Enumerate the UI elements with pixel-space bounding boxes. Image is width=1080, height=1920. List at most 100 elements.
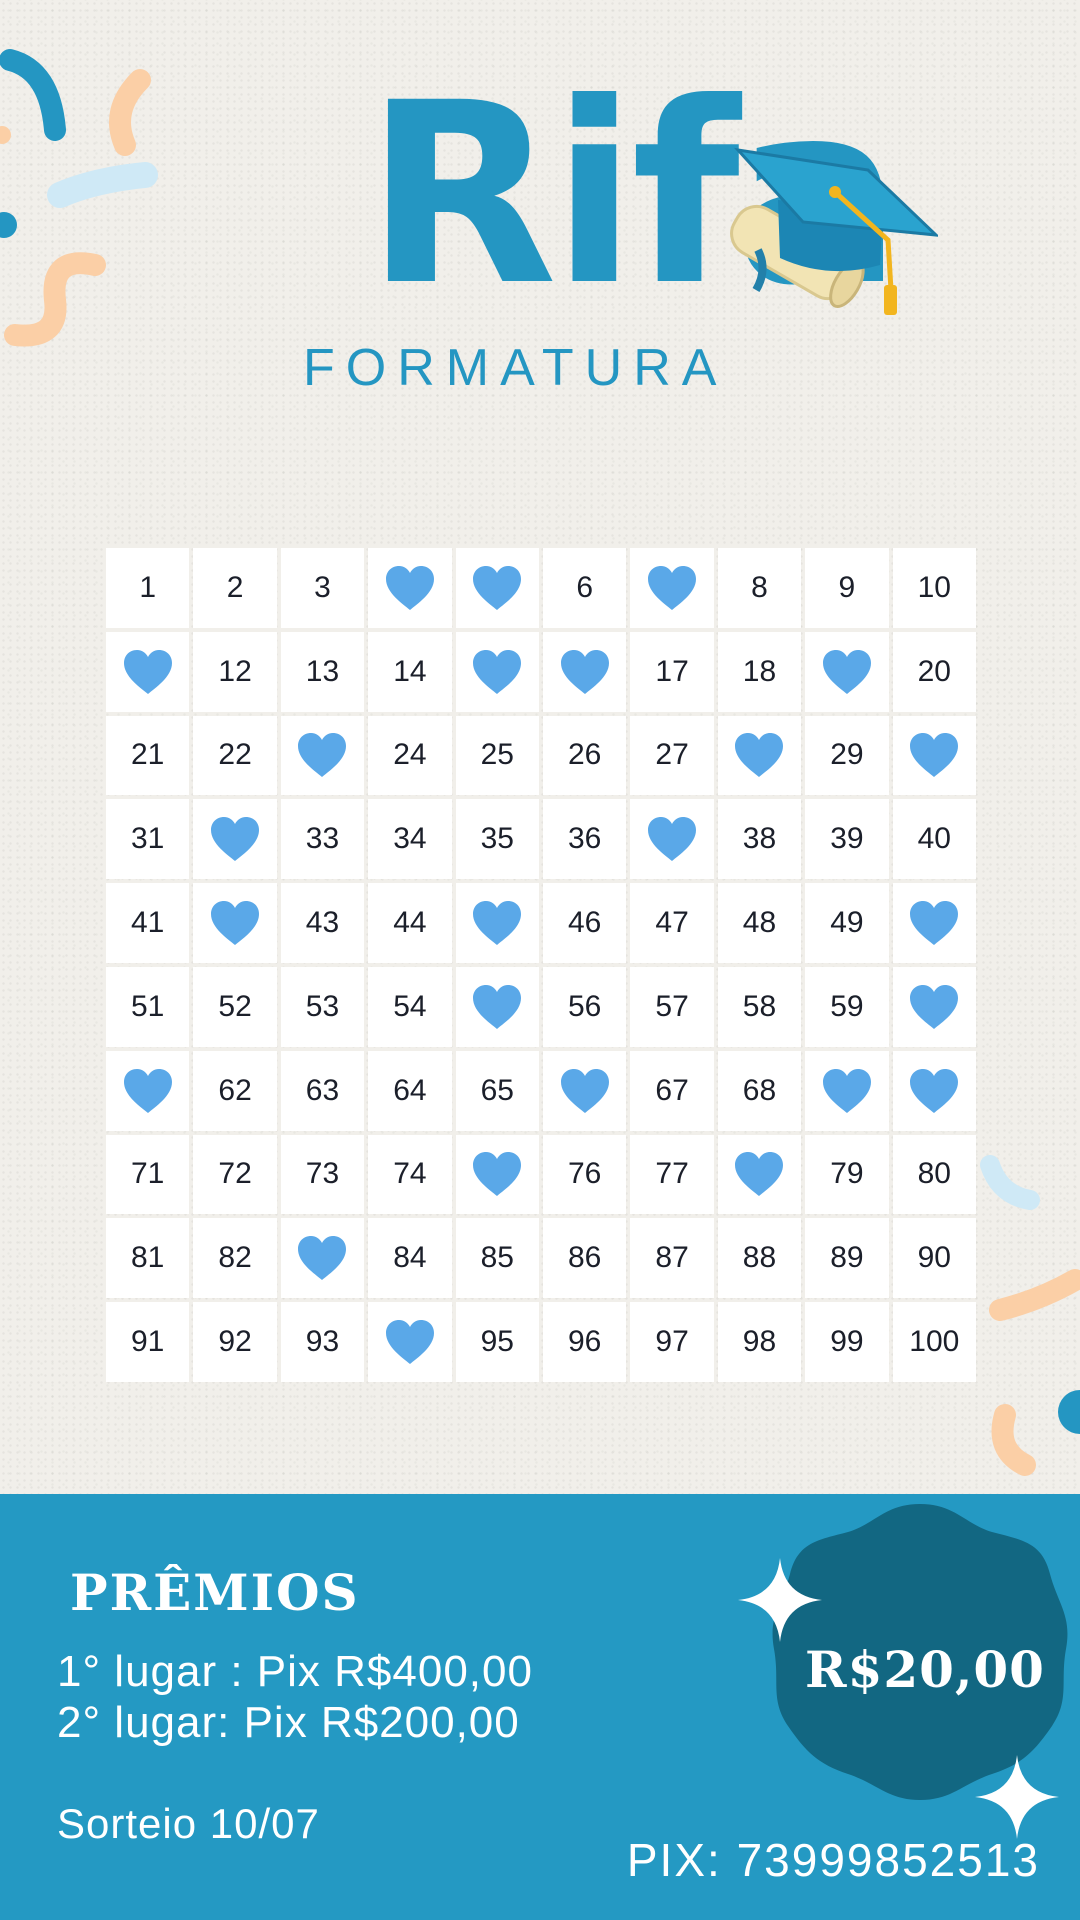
raffle-cell[interactable]: 48 xyxy=(717,883,802,963)
raffle-cell-taken[interactable] xyxy=(280,715,365,796)
raffle-cell[interactable]: 64 xyxy=(368,1050,452,1131)
raffle-cell[interactable]: 82 xyxy=(193,1218,277,1299)
raffle-cell[interactable]: 99 xyxy=(805,1302,889,1382)
raffle-cell[interactable]: 13 xyxy=(280,631,365,712)
raffle-cell[interactable]: 86 xyxy=(543,1218,627,1299)
raffle-cell-taken[interactable] xyxy=(892,1050,976,1131)
raffle-cell-taken[interactable] xyxy=(717,715,802,796)
raffle-cell[interactable]: 54 xyxy=(368,967,452,1047)
raffle-cell[interactable]: 26 xyxy=(543,715,627,796)
raffle-cell-taken[interactable] xyxy=(805,631,889,712)
raffle-cell[interactable]: 6 xyxy=(543,548,627,628)
raffle-cell[interactable]: 38 xyxy=(717,799,802,880)
raffle-cell[interactable]: 22 xyxy=(193,715,277,796)
raffle-cell[interactable]: 73 xyxy=(280,1134,365,1215)
raffle-cell[interactable]: 79 xyxy=(805,1134,889,1215)
raffle-cell[interactable]: 31 xyxy=(106,799,190,880)
raffle-cell[interactable]: 90 xyxy=(892,1218,976,1299)
raffle-cell[interactable]: 81 xyxy=(106,1218,190,1299)
raffle-cell[interactable]: 1 xyxy=(106,548,190,628)
raffle-cell-taken[interactable] xyxy=(630,548,714,628)
raffle-cell[interactable]: 35 xyxy=(455,799,539,880)
raffle-cell[interactable]: 49 xyxy=(805,883,889,963)
raffle-cell-taken[interactable] xyxy=(543,631,627,712)
raffle-cell[interactable]: 63 xyxy=(280,1050,365,1131)
raffle-cell[interactable]: 40 xyxy=(892,799,976,880)
raffle-cell[interactable]: 20 xyxy=(892,631,976,712)
raffle-cell[interactable]: 29 xyxy=(805,715,889,796)
raffle-cell[interactable]: 92 xyxy=(193,1302,277,1382)
raffle-cell-taken[interactable] xyxy=(106,1050,190,1131)
raffle-cell[interactable]: 47 xyxy=(630,883,714,963)
raffle-cell[interactable]: 12 xyxy=(193,631,277,712)
raffle-cell[interactable]: 3 xyxy=(280,548,365,628)
raffle-cell[interactable]: 67 xyxy=(630,1050,714,1131)
raffle-cell[interactable]: 85 xyxy=(455,1218,539,1299)
raffle-cell[interactable]: 65 xyxy=(455,1050,539,1131)
raffle-cell[interactable]: 43 xyxy=(280,883,365,963)
raffle-cell-taken[interactable] xyxy=(717,1134,802,1215)
raffle-cell[interactable]: 14 xyxy=(368,631,452,712)
raffle-cell[interactable]: 51 xyxy=(106,967,190,1047)
raffle-cell[interactable]: 68 xyxy=(717,1050,802,1131)
raffle-cell-taken[interactable] xyxy=(193,799,277,880)
raffle-cell[interactable]: 33 xyxy=(280,799,365,880)
raffle-cell[interactable]: 18 xyxy=(717,631,802,712)
raffle-cell[interactable]: 44 xyxy=(368,883,452,963)
raffle-cell[interactable]: 8 xyxy=(717,548,802,628)
raffle-cell[interactable]: 62 xyxy=(193,1050,277,1131)
raffle-cell[interactable]: 24 xyxy=(368,715,452,796)
raffle-cell[interactable]: 87 xyxy=(630,1218,714,1299)
raffle-cell[interactable]: 59 xyxy=(805,967,889,1047)
raffle-cell-taken[interactable] xyxy=(892,715,976,796)
raffle-cell-taken[interactable] xyxy=(455,1134,539,1215)
raffle-cell-taken[interactable] xyxy=(455,967,539,1047)
raffle-cell[interactable]: 84 xyxy=(368,1218,452,1299)
raffle-cell-taken[interactable] xyxy=(805,1050,889,1131)
raffle-cell[interactable]: 57 xyxy=(630,967,714,1047)
raffle-cell-taken[interactable] xyxy=(892,883,976,963)
raffle-cell[interactable]: 71 xyxy=(106,1134,190,1215)
raffle-cell-taken[interactable] xyxy=(543,1050,627,1131)
raffle-cell[interactable]: 2 xyxy=(193,548,277,628)
raffle-cell-taken[interactable] xyxy=(193,883,277,963)
raffle-cell-taken[interactable] xyxy=(106,631,190,712)
raffle-cell[interactable]: 74 xyxy=(368,1134,452,1215)
raffle-cell[interactable]: 80 xyxy=(892,1134,976,1215)
raffle-cell[interactable]: 9 xyxy=(805,548,889,628)
raffle-cell[interactable]: 93 xyxy=(280,1302,365,1382)
raffle-cell[interactable]: 52 xyxy=(193,967,277,1047)
raffle-cell[interactable]: 88 xyxy=(717,1218,802,1299)
raffle-cell-taken[interactable] xyxy=(455,883,539,963)
raffle-cell[interactable]: 77 xyxy=(630,1134,714,1215)
raffle-cell[interactable]: 97 xyxy=(630,1302,714,1382)
raffle-cell-taken[interactable] xyxy=(630,799,714,880)
raffle-cell[interactable]: 98 xyxy=(717,1302,802,1382)
raffle-cell[interactable]: 27 xyxy=(630,715,714,796)
raffle-cell-taken[interactable] xyxy=(892,967,976,1047)
raffle-cell[interactable]: 100 xyxy=(892,1302,976,1382)
raffle-cell[interactable]: 72 xyxy=(193,1134,277,1215)
raffle-cell-taken[interactable] xyxy=(368,548,452,628)
raffle-cell[interactable]: 39 xyxy=(805,799,889,880)
raffle-cell-taken[interactable] xyxy=(280,1218,365,1299)
raffle-cell-taken[interactable] xyxy=(455,631,539,712)
raffle-cell[interactable]: 89 xyxy=(805,1218,889,1299)
raffle-cell[interactable]: 25 xyxy=(455,715,539,796)
raffle-cell[interactable]: 56 xyxy=(543,967,627,1047)
raffle-cell[interactable]: 21 xyxy=(106,715,190,796)
raffle-cell[interactable]: 34 xyxy=(368,799,452,880)
raffle-cell[interactable]: 36 xyxy=(543,799,627,880)
raffle-cell-taken[interactable] xyxy=(455,548,539,628)
raffle-cell[interactable]: 96 xyxy=(543,1302,627,1382)
raffle-cell[interactable]: 17 xyxy=(630,631,714,712)
raffle-cell[interactable]: 46 xyxy=(543,883,627,963)
raffle-cell[interactable]: 10 xyxy=(892,548,976,628)
raffle-cell[interactable]: 91 xyxy=(106,1302,190,1382)
raffle-cell[interactable]: 95 xyxy=(455,1302,539,1382)
raffle-cell[interactable]: 58 xyxy=(717,967,802,1047)
raffle-cell-taken[interactable] xyxy=(368,1302,452,1382)
raffle-cell[interactable]: 76 xyxy=(543,1134,627,1215)
raffle-cell[interactable]: 41 xyxy=(106,883,190,963)
raffle-cell[interactable]: 53 xyxy=(280,967,365,1047)
